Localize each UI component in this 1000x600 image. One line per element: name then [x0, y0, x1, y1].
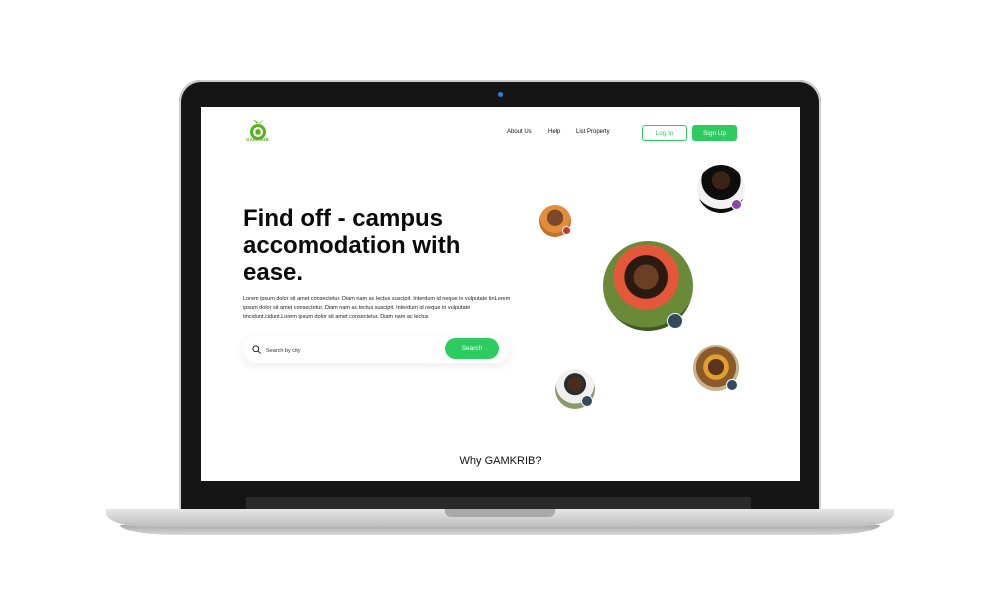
verified-badge [581, 395, 593, 407]
webcam [498, 92, 503, 97]
hero-description: Lorem ipsum dolor sit amet consectetur. … [243, 296, 511, 320]
hero-title: Find off - campus accomodation with ease… [243, 205, 461, 286]
website-screen: GAMKRIB About Us Help List Property Log … [201, 107, 800, 481]
verified-badge [726, 379, 738, 391]
brand-name: GAMKRIB [246, 137, 269, 142]
nav-help[interactable]: Help [548, 129, 560, 135]
verified-badge [562, 226, 571, 235]
login-button[interactable]: Log In [642, 125, 687, 141]
search-button[interactable]: Search [445, 338, 499, 359]
search-input[interactable] [264, 343, 438, 358]
verified-badge [731, 199, 742, 210]
search-bar: Search [243, 336, 509, 363]
nav-list-property[interactable]: List Property [576, 129, 610, 135]
signup-button[interactable]: Sign Up [692, 125, 737, 141]
why-gamkrib-heading: Why GAMKRIB? [459, 455, 542, 467]
verified-badge [667, 313, 683, 329]
search-icon [252, 345, 261, 354]
laptop-notch [445, 509, 555, 517]
nav-about-us[interactable]: About Us [507, 129, 532, 135]
